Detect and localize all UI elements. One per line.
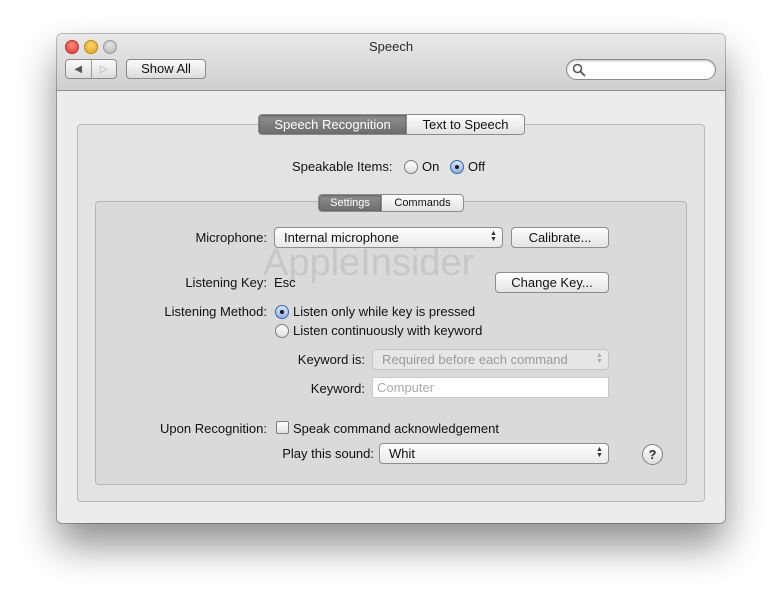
listen-continuously-radio[interactable] [275,324,289,338]
forward-arrow-icon: ▷ [99,63,108,75]
search-field[interactable] [566,59,716,80]
search-input[interactable] [589,61,713,80]
keyword-is-label: Keyword is: [297,352,365,367]
speakable-items-on-label[interactable]: On [422,159,439,174]
play-sound-value: Whit [389,446,415,461]
keyword-field[interactable]: Computer [372,377,609,398]
tab-settings[interactable]: Settings [319,195,381,211]
main-tab-bar: Speech Recognition Text to Speech [258,114,525,135]
search-icon [572,63,586,77]
microphone-popup[interactable]: Internal microphone ▲ ▼ [274,227,503,248]
speakable-items-off-label[interactable]: Off [468,159,485,174]
calibrate-button[interactable]: Calibrate... [511,227,609,248]
title-bar: Speech ◀ ▷ Show All [57,34,725,91]
speak-acknowledgement-label[interactable]: Speak command acknowledgement [293,421,499,436]
play-sound-label: Play this sound: [282,446,374,461]
change-key-button[interactable]: Change Key... [495,272,609,293]
show-all-button[interactable]: Show All [126,59,206,79]
speakable-items-off-radio[interactable] [450,160,464,174]
keyword-requirement-value: Required before each command [382,352,568,367]
sub-tab-bar: Settings Commands [318,194,464,212]
listen-while-pressed-radio[interactable] [275,305,289,319]
back-forward-control: ◀ ▷ [65,59,117,79]
window-title: Speech [368,39,414,54]
listen-while-pressed-label[interactable]: Listen only while key is pressed [293,304,475,319]
play-sound-popup[interactable]: Whit ▲ ▼ [379,443,609,464]
forward-button[interactable]: ▷ [90,60,117,78]
tab-commands[interactable]: Commands [381,195,463,211]
updown-arrows-icon: ▲ ▼ [596,446,603,459]
updown-arrows-icon: ▲ ▼ [490,230,497,243]
help-button[interactable]: ? [642,444,663,465]
back-arrow-icon: ◀ [74,63,83,75]
keyword-requirement-popup[interactable]: Required before each command ▲ ▼ [372,349,609,370]
listening-method-label: Listening Method: [164,304,267,319]
keyword-label: Keyword: [310,381,365,396]
back-button[interactable]: ◀ [66,60,91,78]
upon-recognition-label: Upon Recognition: [160,421,267,436]
listen-continuously-label[interactable]: Listen continuously with keyword [293,323,482,338]
listening-key-label: Listening Key: [185,275,267,290]
microphone-label: Microphone: [195,230,267,245]
speech-preferences-window: Speech ◀ ▷ Show All Speech Recognition T… [57,34,725,523]
help-question-icon: ? [648,447,657,462]
listening-key-value: Esc [274,275,296,290]
speakable-items-on-radio[interactable] [404,160,418,174]
tab-text-to-speech[interactable]: Text to Speech [406,115,524,134]
speakable-items-label: Speakable Items: [292,159,393,174]
tab-speech-recognition[interactable]: Speech Recognition [259,115,406,134]
speak-acknowledgement-checkbox[interactable] [276,421,289,434]
updown-arrows-icon: ▲ ▼ [596,352,603,365]
microphone-value: Internal microphone [284,230,399,245]
